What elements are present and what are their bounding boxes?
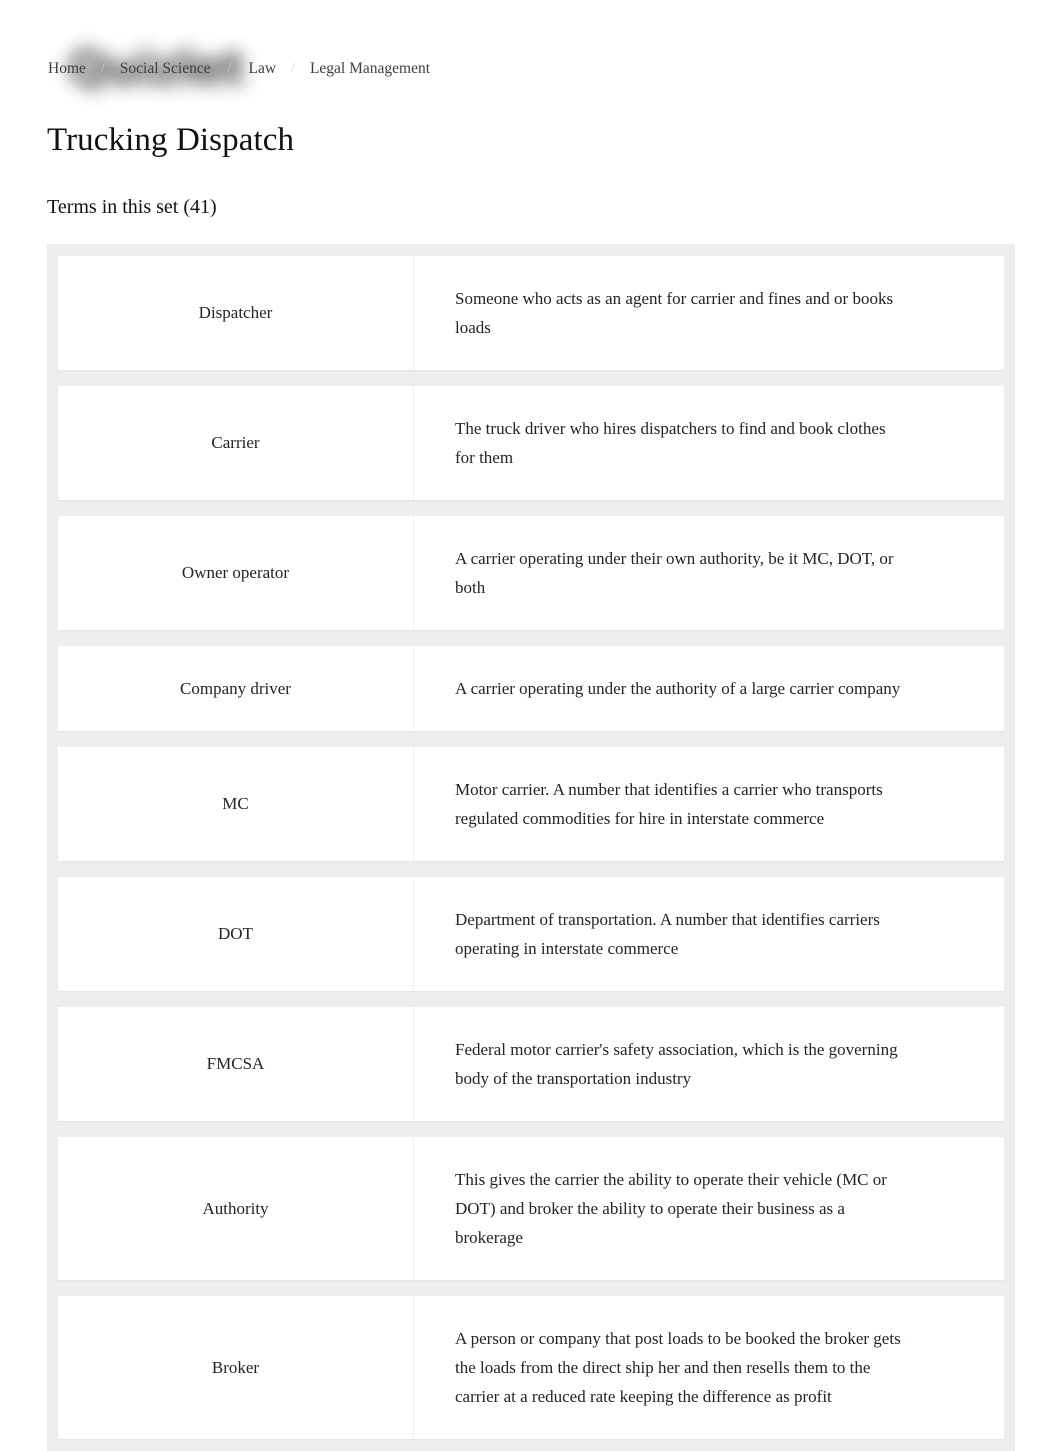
- definition-cell: The truck driver who hires dispatchers t…: [414, 386, 1004, 500]
- term-label: MC: [222, 794, 249, 813]
- term-cell: Company driver: [58, 646, 414, 731]
- term-row[interactable]: Broker A person or company that post load…: [58, 1296, 1004, 1439]
- definition-label: The truck driver who hires dispatchers t…: [455, 419, 886, 467]
- definition-cell: Someone who acts as an agent for carrier…: [414, 256, 1004, 370]
- term-label: Dispatcher: [198, 303, 273, 322]
- terms-section: Dispatcher Someone who acts as an agent f…: [0, 244, 1062, 1451]
- definition-cell: Motor carrier. A number that identifies …: [414, 747, 1004, 861]
- term-label: FMCSA: [206, 1054, 265, 1073]
- definition-label: Someone who acts as an agent for carrier…: [455, 289, 894, 337]
- definition-cell: A carrier operating under the authority …: [414, 646, 1004, 731]
- definition-label: This gives the carrier the ability to op…: [455, 1170, 887, 1247]
- definition-cell: Federal motor carrier's safety associati…: [414, 1007, 1004, 1121]
- breadcrumb-separator: /: [291, 61, 295, 76]
- definition-label: Motor carrier. A number that identifies …: [455, 780, 883, 828]
- term-cell: Authority: [58, 1137, 414, 1280]
- definition-label: A carrier operating under the authority …: [455, 679, 901, 698]
- page-header: Quizlet Home / Social Science / Law / Le…: [0, 0, 1062, 120]
- definition-cell: A person or company that post loads to b…: [414, 1296, 1004, 1439]
- definition-cell: This gives the carrier the ability to op…: [414, 1137, 1004, 1280]
- term-row[interactable]: Owner operator A carrier operating under …: [58, 516, 1004, 630]
- term-label: Broker: [211, 1357, 260, 1377]
- term-cell: DOT: [58, 877, 414, 991]
- term-cell: Owner operator: [58, 516, 414, 630]
- breadcrumb-separator: /: [227, 61, 232, 76]
- terms-count-heading: Terms in this set (41): [47, 196, 217, 218]
- term-cell: Carrier: [58, 386, 414, 500]
- page-title: Trucking Dispatch: [47, 122, 295, 158]
- term-row[interactable]: Company driver A carrier operating under …: [58, 646, 1004, 731]
- definition-label: A person or company that post loads to b…: [455, 1329, 901, 1406]
- term-label: Company driver: [180, 678, 291, 698]
- term-row[interactable]: FMCSA Federal motor carrier's safety asso…: [58, 1007, 1004, 1121]
- terms-list: Dispatcher Someone who acts as an agent f…: [47, 244, 1015, 1451]
- term-cell: Dispatcher: [58, 256, 414, 370]
- term-cell: MC: [58, 747, 414, 861]
- definition-label: A carrier operating under their own auth…: [455, 549, 894, 597]
- definition-cell: Department of transportation. A number t…: [414, 877, 1004, 991]
- term-row[interactable]: Dispatcher Someone who acts as an agent f…: [58, 256, 1004, 370]
- term-row[interactable]: DOT Department of transportation. A numbe…: [58, 877, 1004, 991]
- definition-cell: A carrier operating under their own auth…: [414, 516, 1004, 630]
- breadcrumb: Home / Social Science / Law / Legal Mana…: [47, 56, 431, 82]
- term-label: DOT: [218, 924, 253, 943]
- term-cell: FMCSA: [58, 1007, 414, 1121]
- term-row[interactable]: Carrier The truck driver who hires dispat…: [58, 386, 1004, 500]
- term-row[interactable]: Authority This gives the carrier the abil…: [58, 1137, 1004, 1280]
- term-row[interactable]: MC Motor carrier. A number that identifie…: [58, 747, 1004, 861]
- term-label: Authority: [202, 1198, 269, 1218]
- term-cell: Broker: [58, 1296, 414, 1439]
- breadcrumb-item-law[interactable]: Law: [248, 56, 278, 82]
- term-label: Carrier: [211, 433, 260, 452]
- term-label: Owner operator: [181, 563, 290, 582]
- breadcrumb-item-legal-management[interactable]: Legal Management: [309, 56, 431, 82]
- definition-label: Department of transportation. A number t…: [455, 910, 880, 958]
- definition-label: Federal motor carrier's safety associati…: [455, 1040, 898, 1088]
- breadcrumb-separator: /: [100, 61, 105, 76]
- breadcrumb-item-social-science[interactable]: Social Science: [119, 56, 212, 82]
- breadcrumb-item-home[interactable]: Home: [47, 56, 87, 82]
